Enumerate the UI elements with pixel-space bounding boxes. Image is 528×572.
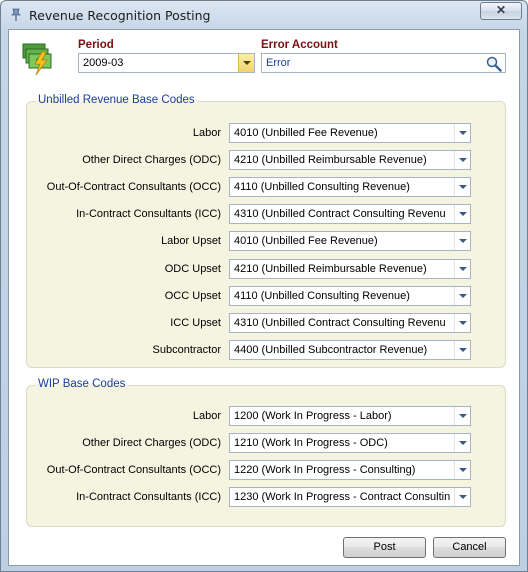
unbilled-occ-select[interactable]: 4110 (Unbilled Consulting Revenue) [229,177,471,197]
chevron-down-icon[interactable] [454,287,470,305]
unbilled-labor-label: Labor [192,127,221,139]
wip-labor-select[interactable]: 1200 (Work In Progress - Labor) [229,406,471,426]
unbilled-odc-upset-select[interactable]: 4210 (Unbilled Reimbursable Revenue) [229,259,471,279]
error-account-field[interactable]: Error [261,53,506,73]
title-bar[interactable]: Revenue Recognition Posting ✕ [1,1,527,29]
unbilled-labor-select[interactable]: 4010 (Unbilled Fee Revenue) [229,123,471,143]
unbilled-subcontractor-value: 4400 (Unbilled Subcontractor Revenue) [234,344,428,356]
wip-icc-value: 1230 (Work In Progress - Contract Consul… [234,491,451,503]
error-account-value: Error [266,57,291,69]
wip-icc-select[interactable]: 1230 (Work In Progress - Contract Consul… [229,487,471,507]
unbilled-odc-label: Other Direct Charges (ODC) [82,154,221,166]
close-icon: ✕ [495,3,507,17]
wip-labor-value: 1200 (Work In Progress - Labor) [234,410,392,422]
chevron-down-icon[interactable] [454,260,470,278]
close-button[interactable]: ✕ [480,2,522,20]
chevron-down-icon[interactable] [454,232,470,250]
unbilled-icc-upset-select[interactable]: 4310 (Unbilled Contract Consulting Reven… [229,313,471,333]
unbilled-occ-upset-value: 4110 (Unbilled Consulting Revenue) [234,290,410,302]
unbilled-occ-value: 4110 (Unbilled Consulting Revenue) [234,181,410,193]
period-select[interactable]: 2009-03 [78,53,255,73]
unbilled-icc-select[interactable]: 4310 (Unbilled Contract Consulting Reven… [229,204,471,224]
unbilled-revenue-group: Unbilled Revenue Base Codes Labor 4010 (… [26,94,506,368]
chevron-down-icon[interactable] [454,314,470,332]
unbilled-odc-upset-label: ODC Upset [164,263,221,275]
unbilled-labor-upset-label: Labor Upset [161,235,221,247]
dialog-window: Revenue Recognition Posting ✕ Period 200… [0,0,528,572]
period-label: Period [78,39,114,51]
unbilled-occ-label: Out-Of-Contract Consultants (OCC) [46,181,221,193]
unbilled-icc-label: In-Contract Consultants (ICC) [76,208,221,220]
unbilled-subcontractor-label: Subcontractor [152,344,221,356]
chevron-down-icon[interactable] [454,407,470,425]
magnifier-icon[interactable] [485,55,503,72]
unbilled-labor-upset-select[interactable]: 4010 (Unbilled Fee Revenue) [229,231,471,251]
wip-labor-label: Labor [192,410,221,422]
error-account-label: Error Account [261,39,338,51]
unbilled-icc-upset-value: 4310 (Unbilled Contract Consulting Reven… [234,317,446,329]
wip-odc-select[interactable]: 1210 (Work In Progress - ODC) [229,433,471,453]
money-lightning-icon [22,43,52,76]
chevron-down-icon[interactable] [454,341,470,359]
chevron-down-icon[interactable] [454,151,470,169]
chevron-down-icon[interactable] [454,434,470,452]
unbilled-odc-upset-value: 4210 (Unbilled Reimbursable Revenue) [234,263,427,275]
cancel-button[interactable]: Cancel [433,537,506,558]
unbilled-odc-value: 4210 (Unbilled Reimbursable Revenue) [234,154,427,166]
unbilled-occ-upset-select[interactable]: 4110 (Unbilled Consulting Revenue) [229,286,471,306]
period-value: 2009-03 [83,57,124,69]
unbilled-labor-value: 4010 (Unbilled Fee Revenue) [234,127,378,139]
post-button[interactable]: Post [343,537,426,558]
unbilled-subcontractor-select[interactable]: 4400 (Unbilled Subcontractor Revenue) [229,340,471,360]
unbilled-labor-upset-value: 4010 (Unbilled Fee Revenue) [234,235,378,247]
unbilled-odc-select[interactable]: 4210 (Unbilled Reimbursable Revenue) [229,150,471,170]
wip-occ-label: Out-Of-Contract Consultants (OCC) [46,464,221,476]
wip-odc-label: Other Direct Charges (ODC) [82,437,221,449]
wip-occ-value: 1220 (Work In Progress - Consulting) [234,464,416,476]
window-title: Revenue Recognition Posting [29,8,211,23]
wip-base-codes-group: WIP Base Codes Labor 1200 (Work In Progr… [26,378,506,527]
chevron-down-icon[interactable] [454,178,470,196]
chevron-down-icon[interactable] [454,124,470,142]
chevron-down-icon[interactable] [238,54,254,72]
dialog-body: Period 2009-03 Error Account Error Unbil… [8,29,520,566]
wip-odc-value: 1210 (Work In Progress - ODC) [234,437,388,449]
chevron-down-icon[interactable] [454,488,470,506]
chevron-down-icon[interactable] [454,461,470,479]
wip-occ-select[interactable]: 1220 (Work In Progress - Consulting) [229,460,471,480]
wip-icc-label: In-Contract Consultants (ICC) [76,491,221,503]
unbilled-icc-upset-label: ICC Upset [170,317,221,329]
wip-group-title: WIP Base Codes [35,378,129,390]
unbilled-occ-upset-label: OCC Upset [164,290,221,302]
unbilled-icc-value: 4310 (Unbilled Contract Consulting Reven… [234,208,446,220]
pin-icon [11,8,21,21]
chevron-down-icon[interactable] [454,205,470,223]
unbilled-group-title: Unbilled Revenue Base Codes [35,94,198,106]
